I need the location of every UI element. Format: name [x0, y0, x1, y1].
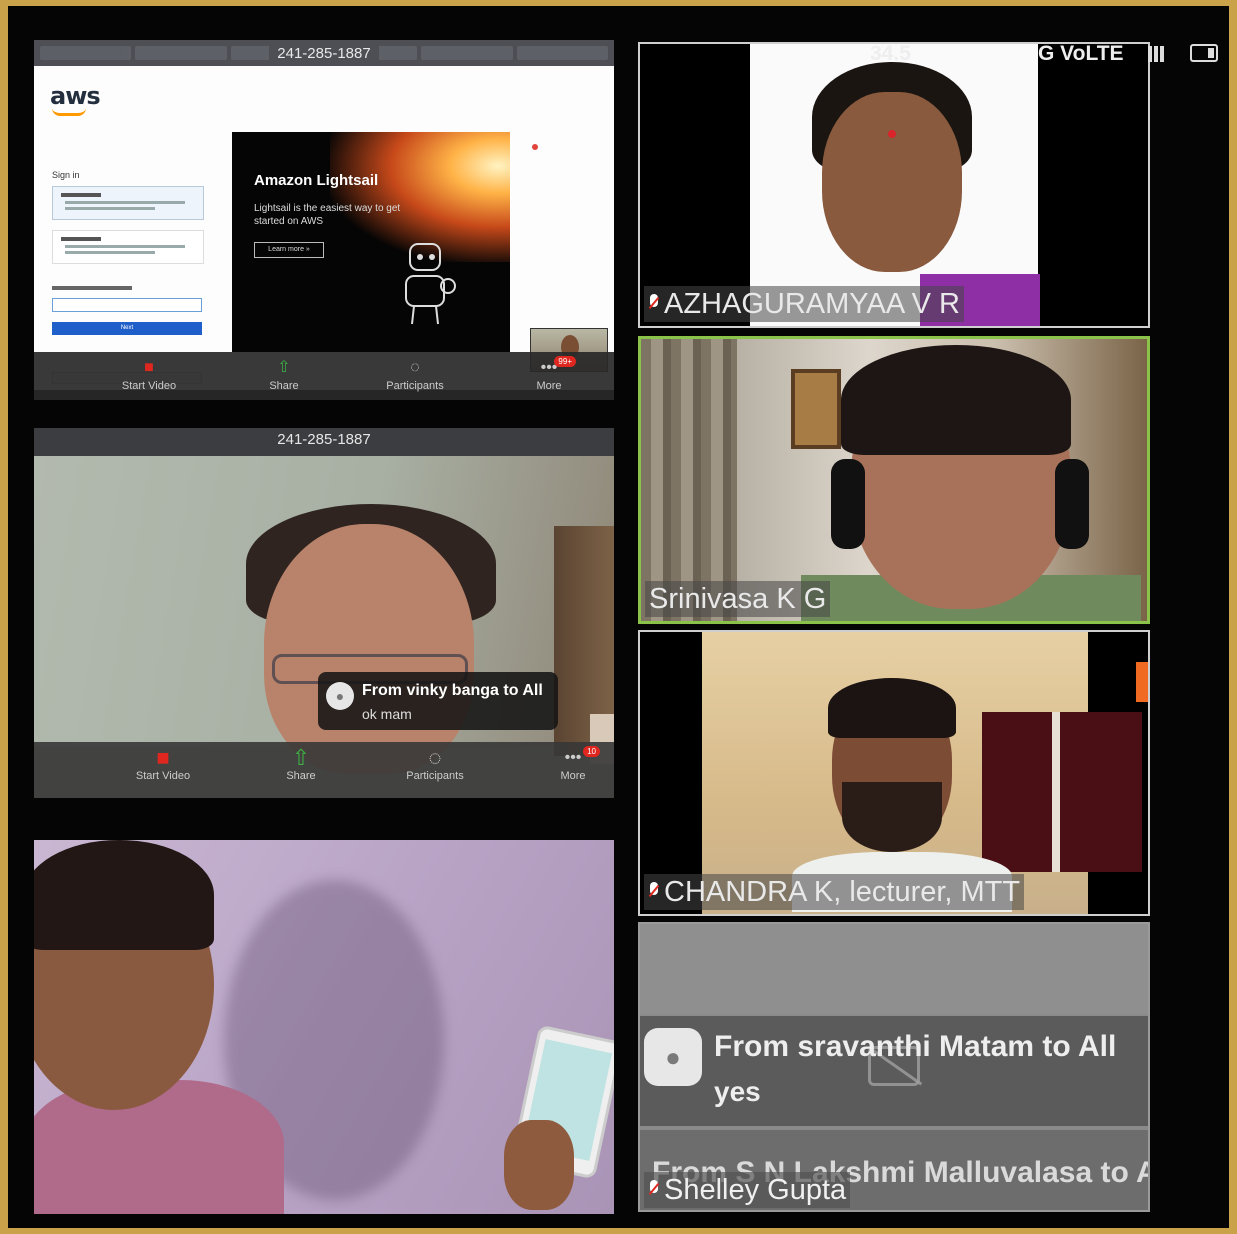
more-badge: 99+	[554, 356, 576, 367]
share-button[interactable]: ⇧ Share	[256, 745, 346, 783]
chat-message: ok mam	[362, 706, 412, 722]
email-label	[52, 286, 132, 290]
video-off-icon: ■	[144, 359, 154, 376]
screenshare-tile: 241-285-1887 aws Sign in Next Amazon Lig…	[34, 40, 614, 400]
participants-button[interactable]: ◌ Participants	[370, 356, 460, 392]
participants-button[interactable]: ◌ Participants	[390, 745, 480, 783]
lightsail-title: Amazon Lightsail	[254, 172, 379, 189]
more-button[interactable]: ••• More 99+	[504, 356, 594, 392]
webcam-tile: 241-285-1887 ● From vinky banga to All o…	[34, 428, 614, 798]
share-icon: ⇧	[277, 359, 291, 376]
muted-mic-icon	[648, 880, 660, 904]
participant-tile-chandra[interactable]: CHANDRA K, lecturer, MTT	[638, 630, 1150, 916]
muted-mic-icon	[648, 1178, 660, 1202]
record-dot	[532, 144, 538, 150]
share-icon: ⇧	[291, 745, 311, 770]
more-badge: 10	[583, 746, 600, 757]
muted-mic-icon	[648, 292, 660, 316]
video-off-icon: ■	[156, 745, 170, 770]
meeting-id: 241-285-1887	[269, 44, 379, 62]
start-video-button[interactable]: ■ Start Video	[118, 745, 208, 783]
participants-icon: ◌	[410, 359, 420, 376]
lightsail-subtitle: Lightsail is the easiest way to get star…	[254, 203, 401, 227]
status-time: 34.5	[870, 42, 911, 65]
more-icon: •••	[564, 749, 582, 766]
participants-icon: ◌	[428, 745, 442, 770]
battery-icon	[1190, 44, 1218, 62]
aws-logo: aws	[50, 82, 101, 116]
aws-signin-page: aws Sign in Next Amazon Lightsail Lights…	[34, 66, 614, 390]
email-input[interactable]	[52, 298, 202, 312]
user-avatar-icon: ●	[326, 682, 354, 710]
lightsail-banner: Amazon Lightsail Lightsail is the easies…	[232, 132, 510, 352]
signin-title: Sign in	[52, 170, 80, 180]
chat-sender: From sravanthi Matam to All	[714, 1030, 1117, 1063]
participant-video	[702, 632, 1148, 914]
participant-name-tag: CHANDRA K, lecturer, MTT	[644, 874, 1025, 910]
more-icon: •••	[540, 359, 558, 376]
phone-status-bar: 34.5 G VoLTE	[870, 42, 1124, 66]
participant-name-tag: AZHAGURAMYAA V R	[644, 286, 964, 322]
share-button[interactable]: ⇧ Share	[239, 356, 329, 392]
user-avatar-icon: ●	[644, 1028, 702, 1086]
participant-tile-srinivasa[interactable]: Srinivasa K G	[638, 336, 1150, 624]
root-user-option[interactable]	[52, 186, 204, 220]
robot-illustration	[405, 243, 456, 325]
iam-user-option[interactable]	[52, 230, 204, 264]
more-button[interactable]: ••• More 10	[528, 746, 614, 782]
meeting-id-bar: 241-285-1887	[34, 40, 614, 66]
signal-icon	[1148, 46, 1170, 62]
meeting-toolbar: ■ Start Video ⇧ Share ◌ Participants •••…	[34, 352, 614, 400]
next-button[interactable]: Next	[52, 322, 202, 335]
learn-more-button[interactable]: Learn more »	[254, 242, 324, 258]
chat-sender: From vinky banga to All	[362, 682, 543, 699]
participant-video	[641, 339, 1147, 621]
participant-name-tag: Shelley Gupta	[644, 1172, 851, 1208]
chat-notification[interactable]: ● From vinky banga to All ok mam	[318, 672, 558, 730]
participant-tile-shelley[interactable]: ● From sravanthi Matam to All yes From S…	[638, 922, 1150, 1212]
video-tile-phone	[34, 840, 614, 1214]
participant-tile-azhaguramyaa[interactable]: AZHAGURAMYAA V R	[638, 42, 1150, 328]
meeting-id: 241-285-1887	[34, 428, 614, 456]
start-video-button[interactable]: ■ Start Video	[104, 356, 194, 392]
chat-message: yes	[714, 1076, 761, 1107]
participant-name-tag: Srinivasa K G	[645, 581, 831, 617]
meeting-toolbar: ■ Start Video ⇧ Share ◌ Participants •••…	[34, 742, 614, 798]
status-network: G VoLTE	[1038, 42, 1124, 65]
